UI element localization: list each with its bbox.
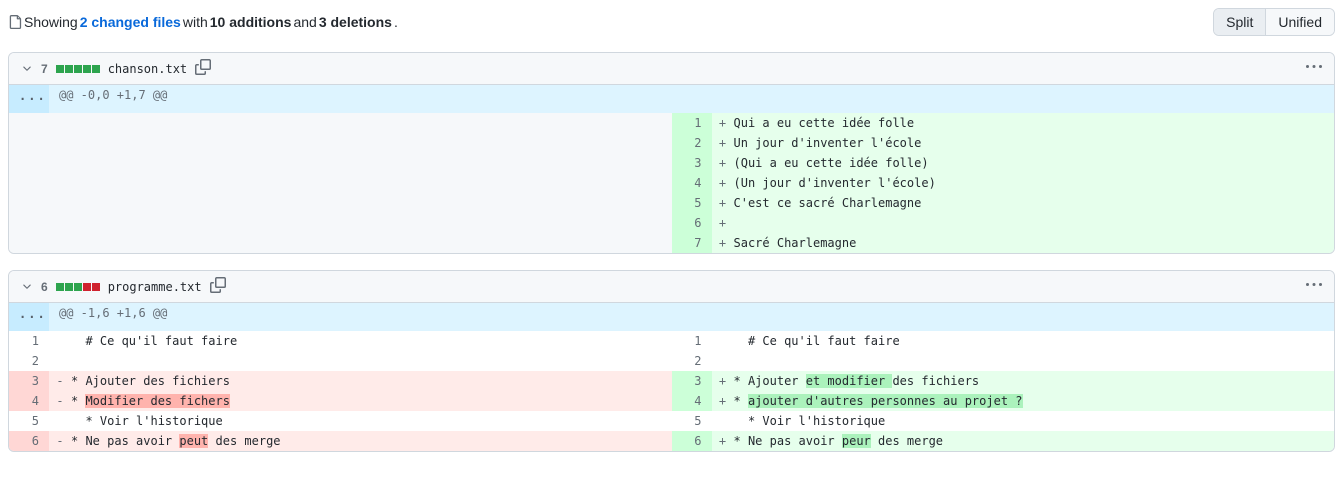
- diffstat-block: [56, 283, 64, 291]
- summary-prefix: Showing: [24, 14, 78, 30]
- deletions-count: 3 deletions: [319, 14, 392, 30]
- new-line-code: C'est ce sacré Charlemagne: [734, 193, 1335, 213]
- new-line-code: * Voir l'historique: [734, 411, 1335, 431]
- new-line-code: Sacré Charlemagne: [734, 233, 1335, 253]
- diffstat-block: [83, 283, 91, 291]
- collapse-toggle[interactable]: [21, 279, 33, 295]
- diffstat-block: [65, 65, 73, 73]
- new-line-number[interactable]: 7: [672, 233, 712, 253]
- new-line-number[interactable]: 4: [672, 173, 712, 193]
- hunk-header-text: @@ -0,0 +1,7 @@: [49, 85, 1334, 113]
- old-line-number[interactable]: 6: [9, 431, 49, 451]
- old-line-code: * Modifier des fichers: [71, 391, 672, 411]
- new-line-number[interactable]: 4: [672, 391, 712, 411]
- change-count: 7: [41, 62, 48, 76]
- new-line-number[interactable]: 3: [672, 371, 712, 391]
- summary-suffix: .: [394, 14, 398, 30]
- old-line-code: * Ne pas avoir peut des merge: [71, 431, 672, 451]
- old-line-number[interactable]: 4: [9, 391, 49, 411]
- copy-path-button[interactable]: [195, 59, 211, 78]
- new-line-number[interactable]: 6: [672, 213, 712, 233]
- diff-line-addition: 5 + C'est ce sacré Charlemagne: [9, 193, 1334, 213]
- file-menu-button[interactable]: [1306, 277, 1322, 296]
- diff-line-context: 2 2: [9, 351, 1334, 371]
- diffstat-block: [56, 65, 64, 73]
- new-line-code: * Ajouter et modifier des fichiers: [734, 371, 1335, 391]
- file-menu-button[interactable]: [1306, 59, 1322, 78]
- files-container: 7 chanson.txt ··· @@ -0,0 +1,7 @@ 1 + Qu…: [8, 52, 1335, 452]
- diff-line-addition: 7 + Sacré Charlemagne: [9, 233, 1334, 253]
- new-line-code: Un jour d'inventer l'école: [734, 133, 1335, 153]
- diff-line-change: 6 - * Ne pas avoir peut des merge 6 + * …: [9, 431, 1334, 451]
- diffstat-block: [92, 283, 100, 291]
- new-line-number[interactable]: 3: [672, 153, 712, 173]
- diff-table: ··· @@ -0,0 +1,7 @@ 1 + Qui a eu cette i…: [9, 85, 1334, 253]
- additions-count: 10 additions: [210, 14, 292, 30]
- old-line-number[interactable]: 3: [9, 371, 49, 391]
- new-line-code: Qui a eu cette idée folle: [734, 113, 1335, 133]
- file-name[interactable]: chanson.txt: [108, 62, 187, 76]
- old-line-number[interactable]: 1: [9, 331, 49, 351]
- file-header: 7 chanson.txt: [9, 53, 1334, 85]
- new-line-code: [734, 213, 1335, 233]
- file-diff-block: 7 chanson.txt ··· @@ -0,0 +1,7 @@ 1 + Qu…: [8, 52, 1335, 254]
- diffstat-block: [74, 283, 82, 291]
- copy-path-button[interactable]: [210, 277, 226, 296]
- collapse-toggle[interactable]: [21, 61, 33, 77]
- new-line-code: [734, 351, 1335, 371]
- hunk-header-text: @@ -1,6 +1,6 @@: [49, 303, 1334, 331]
- changed-files-link[interactable]: 2 changed files: [80, 14, 181, 30]
- new-line-code: (Qui a eu cette idée folle): [734, 153, 1335, 173]
- file-diff-block: 6 programme.txt ··· @@ -1,6 +1,6 @@ 1 # …: [8, 270, 1335, 452]
- old-line-code: * Voir l'historique: [71, 411, 672, 431]
- diff-table: ··· @@ -1,6 +1,6 @@ 1 # Ce qu'il faut fa…: [9, 303, 1334, 451]
- diff-line-addition: 1 + Qui a eu cette idée folle: [9, 113, 1334, 133]
- old-line-number[interactable]: 2: [9, 351, 49, 371]
- hunk-header-row: ··· @@ -1,6 +1,6 @@: [9, 303, 1334, 331]
- unified-view-button[interactable]: Unified: [1265, 9, 1334, 35]
- diff-view-toggle: Split Unified: [1213, 8, 1335, 36]
- new-line-number[interactable]: 2: [672, 351, 712, 371]
- diff-line-addition: 2 + Un jour d'inventer l'école: [9, 133, 1334, 153]
- summary-mid1: with: [183, 14, 208, 30]
- hunk-expand[interactable]: ···: [9, 303, 49, 331]
- old-line-code: # Ce qu'il faut faire: [71, 331, 672, 351]
- new-line-code: (Un jour d'inventer l'école): [734, 173, 1335, 193]
- new-line-number[interactable]: 6: [672, 431, 712, 451]
- diff-line-change: 3 - * Ajouter des fichiers 3 + * Ajouter…: [9, 371, 1334, 391]
- diffstat-blocks: [56, 65, 100, 73]
- new-line-code: # Ce qu'il faut faire: [734, 331, 1335, 351]
- diff-line-addition: 3 + (Qui a eu cette idée folle): [9, 153, 1334, 173]
- diffstat-block: [65, 283, 73, 291]
- split-view-button[interactable]: Split: [1214, 9, 1265, 35]
- old-line-code: [71, 351, 672, 371]
- file-header: 6 programme.txt: [9, 271, 1334, 303]
- new-line-number[interactable]: 5: [672, 193, 712, 213]
- diffstat-block: [83, 65, 91, 73]
- diff-line-change: 4 - * Modifier des fichers 4 + * ajouter…: [9, 391, 1334, 411]
- diff-summary-text: Showing 2 changed files with 10 addition…: [8, 14, 398, 30]
- diffstat-blocks: [56, 283, 100, 291]
- summary-mid2: and: [293, 14, 316, 30]
- file-name[interactable]: programme.txt: [108, 280, 202, 294]
- old-line-number[interactable]: 5: [9, 411, 49, 431]
- diff-line-context: 1 # Ce qu'il faut faire 1 # Ce qu'il fau…: [9, 331, 1334, 351]
- diffstat-block: [74, 65, 82, 73]
- change-count: 6: [41, 280, 48, 294]
- diff-line-addition: 6 +: [9, 213, 1334, 233]
- old-line-code: * Ajouter des fichiers: [71, 371, 672, 391]
- new-line-code: * ajouter d'autres personnes au projet ?: [734, 391, 1335, 411]
- hunk-expand[interactable]: ···: [9, 85, 49, 113]
- diff-line-addition: 4 + (Un jour d'inventer l'école): [9, 173, 1334, 193]
- new-line-code: * Ne pas avoir peur des merge: [734, 431, 1335, 451]
- diff-summary-bar: Showing 2 changed files with 10 addition…: [8, 8, 1335, 36]
- file-diff-icon: [8, 14, 22, 30]
- new-line-number[interactable]: 1: [672, 113, 712, 133]
- new-line-number[interactable]: 5: [672, 411, 712, 431]
- new-line-number[interactable]: 1: [672, 331, 712, 351]
- new-line-number[interactable]: 2: [672, 133, 712, 153]
- hunk-header-row: ··· @@ -0,0 +1,7 @@: [9, 85, 1334, 113]
- diff-line-context: 5 * Voir l'historique 5 * Voir l'histori…: [9, 411, 1334, 431]
- diffstat-block: [92, 65, 100, 73]
